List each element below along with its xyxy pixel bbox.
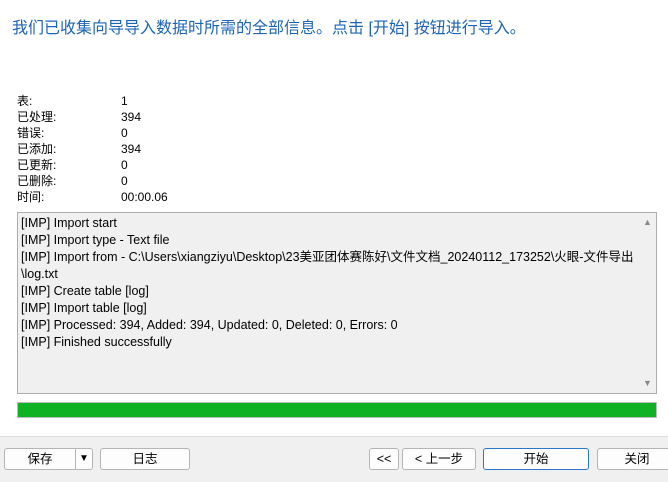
scroll-up-icon[interactable]: ▲: [639, 214, 656, 231]
log-line: [IMP] Finished successfully: [21, 335, 172, 349]
progress-bar: [17, 402, 657, 418]
log-line: [IMP] Import type - Text file: [21, 233, 170, 247]
log-content: [IMP] Import start [IMP] Import type - T…: [21, 215, 636, 391]
stat-label: 已更新:: [17, 158, 57, 172]
stat-row-errors: 错误: 0: [17, 125, 317, 141]
log-line: [IMP] Processed: 394, Added: 394, Update…: [21, 318, 398, 332]
log-button[interactable]: 日志: [100, 448, 190, 470]
stat-label: 已删除:: [17, 174, 57, 188]
stat-row-processed: 已处理: 394: [17, 109, 317, 125]
stat-row-deleted: 已删除: 0: [17, 173, 317, 189]
progress-fill: [18, 403, 656, 417]
stat-row-added: 已添加: 394: [17, 141, 317, 157]
log-line: [IMP] Import table [log]: [21, 301, 147, 315]
import-stats: 表: 1 已处理: 394 错误: 0 已添加: 394 已更新: 0 已删除:…: [17, 93, 317, 205]
stat-value: 394: [121, 142, 142, 156]
log-line: [IMP] Create table [log]: [21, 284, 149, 298]
scroll-down-icon[interactable]: ▼: [639, 375, 656, 392]
stat-value: 00:00.06: [121, 190, 168, 204]
stat-label: 已添加:: [17, 142, 57, 156]
start-button[interactable]: 开始: [483, 448, 589, 470]
stat-label: 表:: [17, 94, 33, 108]
save-split-button[interactable]: 保存 ▼: [4, 448, 93, 470]
log-scrollbar[interactable]: ▲ ▼: [639, 213, 656, 393]
save-dropdown-icon[interactable]: ▼: [75, 448, 93, 470]
stat-value: 0: [121, 174, 128, 188]
stat-value: 0: [121, 126, 128, 140]
stat-label: 错误:: [17, 126, 45, 140]
prev-button[interactable]: < 上一步: [402, 448, 476, 470]
import-log[interactable]: [IMP] Import start [IMP] Import type - T…: [17, 212, 657, 394]
stat-value: 0: [121, 158, 128, 172]
save-button[interactable]: 保存: [4, 448, 76, 470]
stat-row-time: 时间: 00:00.06: [17, 189, 317, 205]
first-page-button[interactable]: <<: [369, 448, 399, 470]
stat-label: 时间:: [17, 190, 45, 204]
stat-value: 394: [121, 110, 142, 124]
stat-value: 1: [121, 94, 128, 108]
log-line: [IMP] Import start: [21, 216, 117, 230]
log-line: [IMP] Import from - C:\Users\xiangziyu\D…: [21, 250, 634, 281]
stat-row-tables: 表: 1: [17, 93, 317, 109]
wizard-heading: 我们已收集向导导入数据时所需的全部信息。点击 [开始] 按钮进行导入。: [12, 20, 526, 37]
wizard-footer: 保存 ▼ 日志 << < 上一步 开始 关闭: [0, 436, 668, 482]
stat-row-updated: 已更新: 0: [17, 157, 317, 173]
close-button[interactable]: 关闭: [597, 448, 668, 470]
stat-label: 已处理:: [17, 110, 57, 124]
